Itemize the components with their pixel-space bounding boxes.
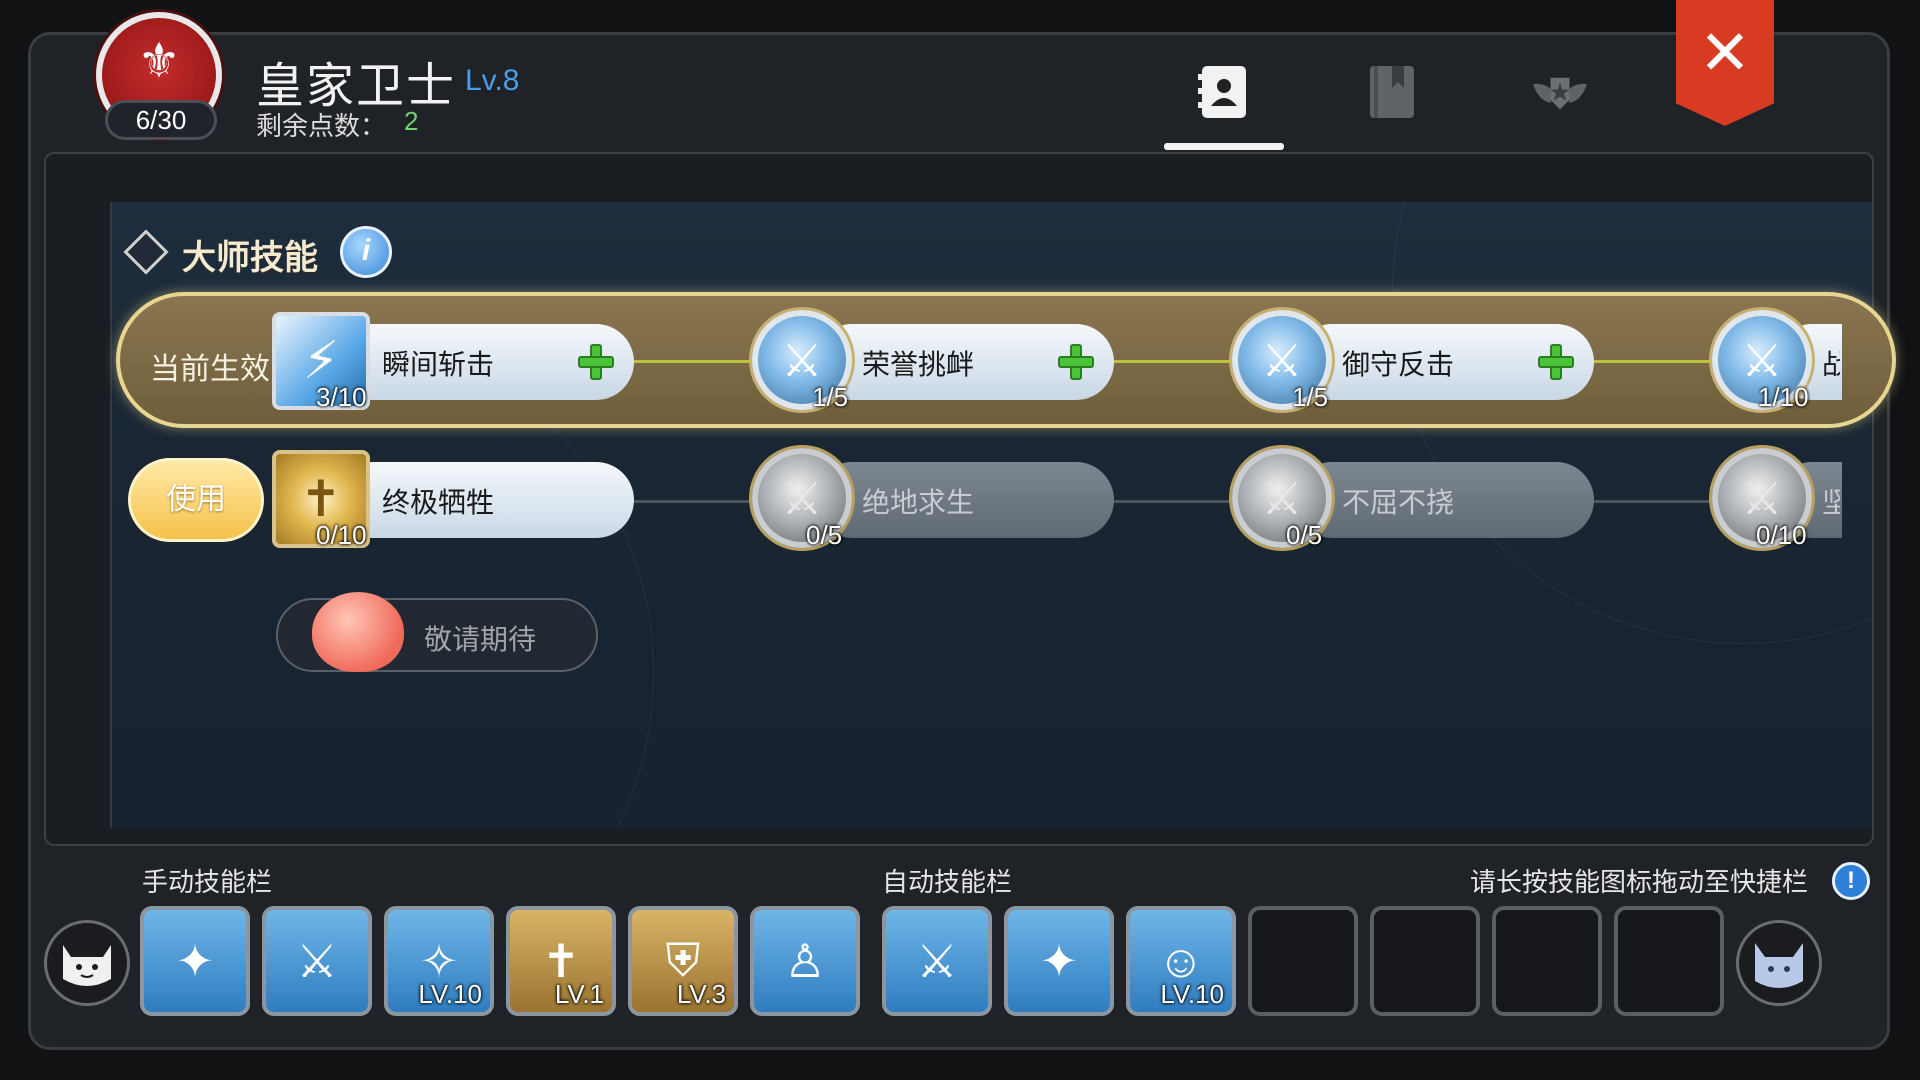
skill-count: 0/5: [806, 520, 843, 550]
close-button[interactable]: ✕: [1676, 0, 1774, 126]
skill-name: 瞬间斩击: [382, 349, 495, 380]
skill-count: 1/5: [812, 382, 849, 412]
manual-slot[interactable]: ✧ LV.10: [384, 906, 494, 1016]
connector: [630, 360, 750, 363]
manual-slot[interactable]: ♙: [750, 906, 860, 1016]
auto-slot[interactable]: ✦: [1004, 906, 1114, 1016]
poring-mascot-icon: [312, 592, 404, 672]
slot-level: LV.3: [676, 979, 726, 1009]
skill-count: 1/5: [1292, 382, 1329, 412]
skill-count: 0/5: [1286, 520, 1323, 550]
skill-name: 坚: [1822, 487, 1840, 518]
skill-name: 战: [1822, 349, 1840, 380]
connector: [1110, 360, 1230, 363]
manual-slot[interactable]: ⚔: [262, 906, 372, 1016]
tab-bookmark[interactable]: [1362, 62, 1422, 122]
skill-count: 0/10: [316, 520, 367, 550]
auto-bar-label: 自动技能栏: [882, 867, 1013, 897]
slot-level: LV.10: [418, 979, 482, 1009]
points-label: 剩余点数：: [256, 111, 387, 141]
auto-slot-empty[interactable]: [1614, 906, 1724, 1016]
auto-slot[interactable]: ⚔: [882, 906, 992, 1016]
skill-name: 终极牺牲: [382, 487, 495, 518]
connector: [1590, 500, 1710, 503]
manual-slot[interactable]: ✝ LV.1: [506, 906, 616, 1016]
add-point-button[interactable]: [1058, 344, 1094, 380]
auto-slot[interactable]: ☺ LV.10: [1126, 906, 1236, 1016]
add-point-button[interactable]: [1538, 344, 1574, 380]
close-icon: ✕: [1699, 18, 1751, 88]
points-value: 2: [404, 106, 419, 136]
sword-burst-icon: ✦: [175, 935, 215, 987]
auto-slot-empty[interactable]: [1492, 906, 1602, 1016]
manual-bar-label: 手动技能栏: [142, 867, 273, 897]
skill-count: 3/10: [316, 382, 367, 412]
skill-name: 绝地求生: [862, 487, 975, 518]
skill-name: 荣誉挑衅: [862, 349, 975, 380]
connector: [630, 500, 750, 503]
slot-level: LV.1: [554, 979, 604, 1009]
crest-icon: ⚜: [137, 35, 181, 89]
manual-slot[interactable]: ⛨ LV.3: [628, 906, 738, 1016]
blue-cat-face-icon: [1755, 943, 1803, 988]
cat-face-icon: [63, 945, 111, 986]
section-title: 大师技能: [182, 239, 318, 277]
use-button[interactable]: 使用: [128, 458, 264, 542]
connector: [1110, 500, 1230, 503]
class-level: Lv.8: [465, 64, 520, 97]
drag-hint: 请长按技能图标拖动至快捷栏: [1470, 867, 1809, 897]
coming-soon-text: 敬请期待: [424, 624, 537, 655]
active-row-label: 当前生效: [150, 353, 270, 386]
manual-cat-toggle[interactable]: [44, 920, 130, 1006]
tab-emblem[interactable]: [1530, 62, 1590, 122]
sword-burst-icon: ✦: [1039, 935, 1079, 987]
slot-level: LV.10: [1160, 979, 1224, 1009]
auto-slot-empty[interactable]: [1370, 906, 1480, 1016]
winged-star-icon: [1533, 77, 1587, 110]
skill-count: 1/10: [1758, 382, 1809, 412]
active-tab-indicator: [1164, 143, 1284, 150]
auto-cat-toggle[interactable]: [1736, 920, 1822, 1006]
auto-slot-empty[interactable]: [1248, 906, 1358, 1016]
sword-circle-icon: ⚔: [916, 935, 958, 987]
add-point-button[interactable]: [578, 344, 614, 380]
manual-slot[interactable]: ✦: [140, 906, 250, 1016]
skill-progress: 6/30: [105, 100, 217, 140]
connector: [1590, 360, 1710, 363]
hint-alert-icon: !: [1832, 862, 1870, 900]
skill-name: 御守反击: [1342, 349, 1455, 380]
bookmark-book-icon: [1370, 66, 1414, 118]
figure-rotate-icon: ♙: [784, 935, 826, 987]
tab-profile[interactable]: [1194, 62, 1254, 122]
info-button[interactable]: i: [340, 226, 392, 278]
sword-circle-icon: ⚔: [296, 935, 338, 987]
skill-count: 0/10: [1756, 520, 1807, 550]
profile-book-icon: [1198, 66, 1246, 118]
skill-name: 不屈不挠: [1342, 487, 1455, 518]
